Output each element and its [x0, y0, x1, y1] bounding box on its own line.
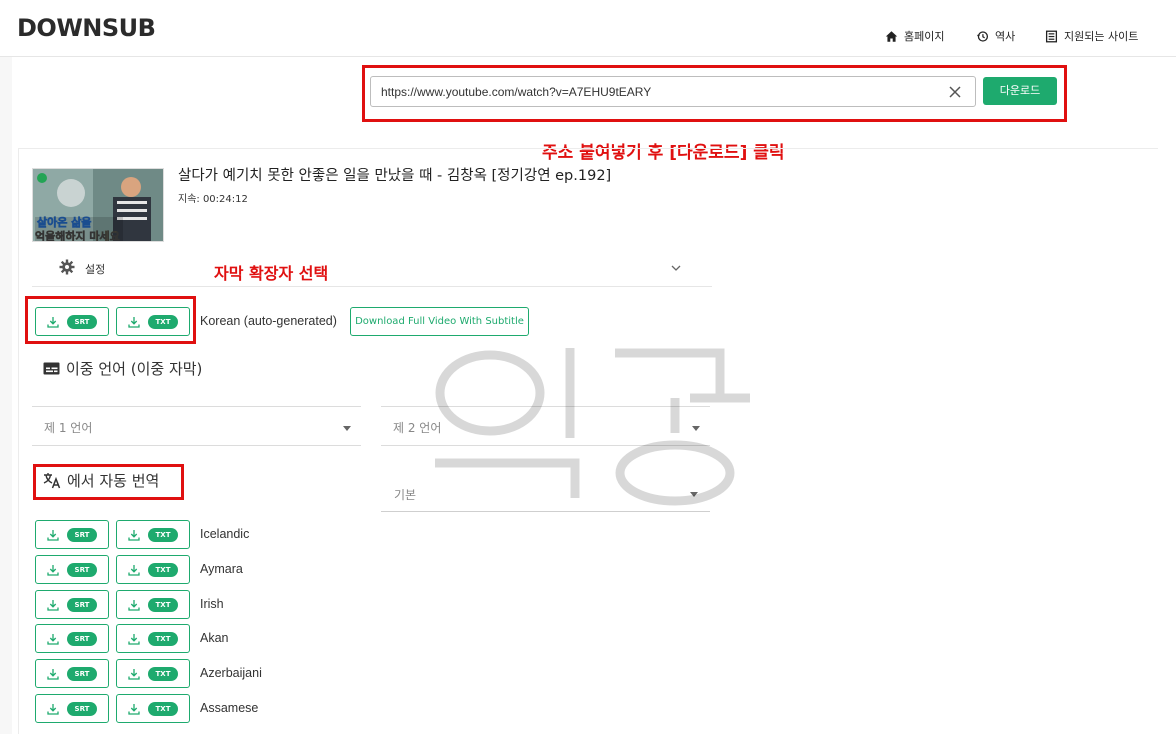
subtitles-icon [43, 362, 60, 375]
annotation-format-hint: 자막 확장자 선택 [214, 264, 329, 283]
first-language-select[interactable]: 제 1 언어 [32, 406, 361, 446]
nav-home-label: 홈페이지 [904, 30, 945, 43]
lang-srt-button[interactable]: SRT [35, 555, 109, 584]
top-header: DOWNSUB 홈페이지 역사 지원되는 사이트 [0, 0, 1176, 57]
home-icon [885, 30, 898, 42]
lang-txt-button[interactable]: TXT [116, 659, 190, 688]
download-icon [128, 530, 140, 541]
dual-language-heading: 이중 언어 (이중 자막) [43, 358, 202, 379]
download-icon [47, 634, 59, 645]
txt-tag: TXT [148, 667, 178, 681]
download-icon [128, 600, 140, 611]
download-icon [47, 565, 59, 576]
srt-tag: SRT [67, 667, 97, 681]
video-thumbnail[interactable]: 살아온 삶을 억울해하지 마세요 [32, 168, 164, 242]
lang-txt-button[interactable]: TXT [116, 694, 190, 723]
left-gutter [0, 57, 12, 734]
video-title: 살다가 예기치 못한 안좋은 일을 만났을 때 - 김창옥 [정기강연 ep.1… [178, 168, 612, 184]
txt-tag: TXT [148, 528, 178, 542]
txt-tag: TXT [148, 702, 178, 716]
history-icon [976, 30, 989, 42]
first-language-placeholder: 제 1 언어 [44, 421, 93, 435]
nav-history[interactable]: 역사 [976, 28, 1015, 44]
download-icon [47, 669, 59, 680]
txt-tag: TXT [148, 632, 178, 646]
srt-tag: SRT [67, 632, 97, 646]
lang-txt-button[interactable]: TXT [116, 520, 190, 549]
original-language-label: Korean (auto-generated) [200, 314, 337, 328]
download-icon [128, 634, 140, 645]
caret-down-icon [343, 426, 351, 431]
translate-source-placeholder: 기본 [394, 488, 417, 502]
dual-language-title: 이중 언어 (이중 자막) [66, 360, 203, 378]
srt-tag: SRT [67, 598, 97, 612]
lang-txt-button[interactable]: TXT [116, 624, 190, 653]
translation-language-label: Akan [200, 631, 229, 645]
annotation-box-search [362, 65, 1067, 122]
lang-srt-button[interactable]: SRT [35, 624, 109, 653]
watermark [420, 338, 755, 512]
annotation-box-auto-translate [33, 464, 184, 500]
watermark-graphic [435, 348, 750, 506]
translation-language-label: Assamese [200, 701, 259, 715]
srt-tag: SRT [67, 563, 97, 577]
download-icon [128, 704, 140, 715]
download-icon [47, 530, 59, 541]
download-icon [47, 704, 59, 715]
lang-srt-button[interactable]: SRT [35, 590, 109, 619]
nav-home[interactable]: 홈페이지 [885, 28, 944, 44]
srt-tag: SRT [67, 702, 97, 716]
thumbnail-caption-2: 억울해하지 마세요 [35, 230, 120, 242]
lang-srt-button[interactable]: SRT [35, 520, 109, 549]
list-icon [1045, 30, 1058, 42]
video-duration: 지속: 00:24:12 [178, 194, 248, 205]
download-icon [47, 600, 59, 611]
lang-srt-button[interactable]: SRT [35, 694, 109, 723]
gear-icon [59, 259, 75, 275]
translation-language-label: Icelandic [200, 527, 250, 541]
translation-language-label: Azerbaijani [200, 666, 262, 680]
lang-txt-button[interactable]: TXT [116, 590, 190, 619]
lang-srt-button[interactable]: SRT [35, 659, 109, 688]
download-icon [128, 669, 140, 680]
nav-history-label: 역사 [995, 30, 1016, 43]
txt-tag: TXT [148, 563, 178, 577]
settings-label: 설정 [85, 263, 106, 276]
translation-language-label: Aymara [200, 562, 243, 576]
settings-toggle[interactable]: 설정 [32, 254, 712, 287]
chevron-down-icon [671, 265, 681, 271]
nav-sites-label: 지원되는 사이트 [1064, 30, 1139, 43]
annotation-box-formats [25, 296, 196, 344]
translation-language-label: Irish [200, 597, 224, 611]
download-icon [128, 565, 140, 576]
downsub-logo[interactable]: DOWNSUB [17, 14, 156, 42]
lang-txt-button[interactable]: TXT [116, 555, 190, 584]
download-full-video-button[interactable]: Download Full Video With Subtitle [350, 307, 529, 336]
nav-supported-sites[interactable]: 지원되는 사이트 [1045, 28, 1138, 44]
txt-tag: TXT [148, 598, 178, 612]
srt-tag: SRT [67, 528, 97, 542]
